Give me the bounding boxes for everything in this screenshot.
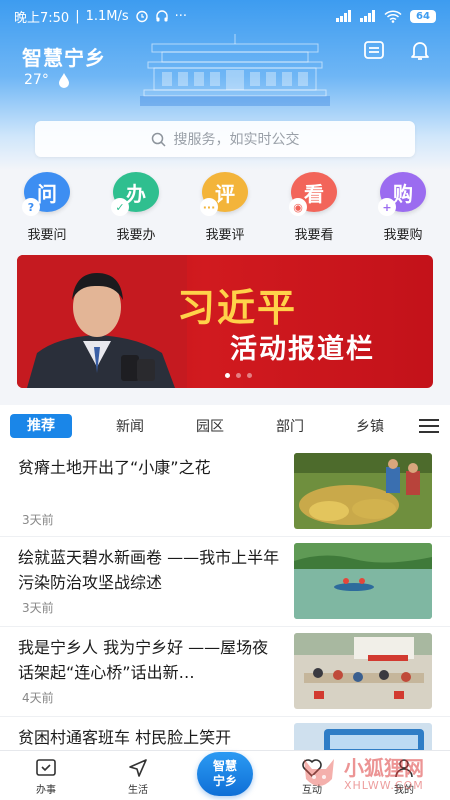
category-tab[interactable]: 推荐	[10, 414, 72, 438]
quick-action-icon: 评 ···	[200, 172, 248, 216]
search-placeholder: 搜服务，如实时公交	[173, 132, 300, 148]
scan-icon[interactable]	[362, 38, 386, 62]
signal-icon	[336, 10, 351, 22]
news-thumbnail	[294, 723, 432, 750]
quick-action-item[interactable]: 看 ◉ 我要看	[277, 172, 351, 246]
quick-action-glyph: 办	[126, 181, 146, 206]
news-time: 3天前	[22, 601, 54, 615]
news-item[interactable]: 贫困村通客班车 村民脸上笑开	[0, 717, 450, 750]
news-title: 我是宁乡人 我为宁乡好 ——屋场夜话架起“连心桥”话出新…	[18, 638, 269, 682]
quick-action-mini-icon: ···	[200, 198, 218, 216]
news-item[interactable]: 我是宁乡人 我为宁乡好 ——屋场夜话架起“连心桥”话出新… 4天前	[0, 627, 450, 717]
category-tab[interactable]: 新闻	[90, 416, 170, 436]
nav-tab-life[interactable]: 生活	[103, 757, 173, 796]
quick-action-icon: 购 +	[378, 172, 426, 216]
news-title: 贫瘠土地开出了“小康”之花	[18, 458, 211, 477]
weather-widget: 27°	[24, 72, 71, 88]
check-box-icon	[36, 759, 56, 776]
news-title: 贫困村通客班车 村民脸上笑开	[18, 728, 232, 747]
banner-carousel[interactable]: 习近平 活动报道栏	[17, 255, 433, 388]
quick-action-item[interactable]: 评 ··· 我要评	[188, 172, 262, 246]
navigation-arrow-icon	[129, 759, 147, 777]
quick-action-glyph: 问	[37, 181, 57, 206]
wifi-icon	[384, 10, 402, 23]
category-tab[interactable]: 乡镇	[330, 416, 410, 436]
more-notifications-icon: ···	[174, 8, 188, 24]
category-tab[interactable]: 园区	[170, 416, 250, 436]
watermark-text: 小狐狸网	[344, 755, 424, 780]
quick-action-label: 我要评	[205, 228, 245, 243]
carousel-dot	[225, 373, 230, 378]
category-tab[interactable]: 部门	[250, 416, 330, 436]
banner-title: 习近平	[177, 285, 298, 330]
quick-action-item[interactable]: 购 + 我要购	[366, 172, 440, 246]
app-title: 智慧宁乡	[22, 46, 106, 70]
temperature: 27°	[24, 72, 49, 88]
notification-bell-icon[interactable]	[408, 38, 432, 62]
raindrop-icon	[58, 73, 69, 88]
quick-action-mini-icon: ?	[22, 198, 40, 216]
news-time: 4天前	[22, 691, 54, 705]
signal-icon-2	[360, 10, 375, 22]
category-tabs: 推荐 新闻 园区 部门 乡镇	[0, 405, 450, 447]
news-thumbnail	[294, 543, 432, 619]
news-thumbnail	[294, 453, 432, 529]
news-feed: 推荐 新闻 园区 部门 乡镇 贫瘠土地开出了“小康”之花 3天前 绘就蓝天碧水新画卷 —…	[0, 405, 450, 750]
news-item[interactable]: 绘就蓝天碧水新画卷 ——我市上半年污染防治攻坚战综述 3天前	[0, 537, 450, 627]
carousel-indicator	[225, 373, 252, 378]
carousel-dot	[236, 373, 241, 378]
status-bar: 晚上7:50 | 1.1M/s ··· 64	[0, 0, 450, 32]
carousel-dot	[247, 373, 252, 378]
status-time: 晚上7:50	[14, 10, 70, 26]
search-icon	[151, 132, 166, 147]
quick-action-glyph: 评	[215, 181, 235, 206]
nav-center-line2: 宁乡	[212, 774, 237, 788]
quick-action-glyph: 购	[393, 181, 413, 206]
quick-action-mini-icon: +	[378, 198, 396, 216]
nav-label: 生活	[128, 785, 148, 796]
quick-action-item[interactable]: 办 ✓ 我要办	[99, 172, 173, 246]
quick-action-glyph: 看	[304, 181, 324, 206]
banner-subtitle: 活动报道栏	[230, 334, 375, 365]
menu-icon[interactable]	[418, 418, 440, 434]
nav-center-line1: 智慧	[212, 759, 237, 773]
headphones-icon	[155, 10, 168, 22]
nav-center-home-button[interactable]: 智慧 宁乡	[197, 752, 253, 796]
quick-action-icon: 办 ✓	[111, 172, 159, 216]
quick-action-icon: 问?	[22, 172, 70, 216]
nav-tab-services[interactable]: 办事	[11, 757, 81, 796]
nav-label: 办事	[36, 785, 56, 796]
quick-action-label: 我要看	[294, 228, 334, 243]
status-separator: |	[75, 8, 80, 24]
quick-action-icon: 看 ◉	[289, 172, 337, 216]
quick-action-item[interactable]: 问? 我要问	[10, 172, 84, 246]
quick-action-mini-icon: ◉	[289, 198, 307, 216]
search-input[interactable]: 搜服务，如实时公交	[35, 121, 415, 157]
quick-actions: 问? 我要问 办 ✓ 我要办 评 ··· 我要评 看 ◉ 我要看 购 + 我要购	[0, 172, 450, 246]
news-title: 绘就蓝天碧水新画卷 ——我市上半年污染防治攻坚战综述	[18, 548, 280, 592]
watermark: 小狐狸网 XHLWW.COM	[298, 748, 450, 800]
network-speed: 1.1M/s	[85, 8, 129, 24]
banner-portrait-image	[17, 255, 187, 388]
battery-indicator: 64	[410, 9, 436, 23]
quick-action-label: 我要问	[27, 228, 67, 243]
fox-logo-icon	[304, 759, 334, 786]
quick-action-label: 我要购	[383, 228, 423, 243]
news-item[interactable]: 贫瘠土地开出了“小康”之花 3天前	[0, 447, 450, 537]
alarm-icon	[135, 10, 148, 23]
watermark-subtext: XHLWW.COM	[344, 778, 424, 792]
news-thumbnail	[294, 633, 432, 709]
quick-action-mini-icon: ✓	[111, 198, 129, 216]
government-building-illustration	[140, 34, 330, 106]
news-time: 3天前	[22, 513, 54, 527]
quick-action-label: 我要办	[116, 228, 156, 243]
